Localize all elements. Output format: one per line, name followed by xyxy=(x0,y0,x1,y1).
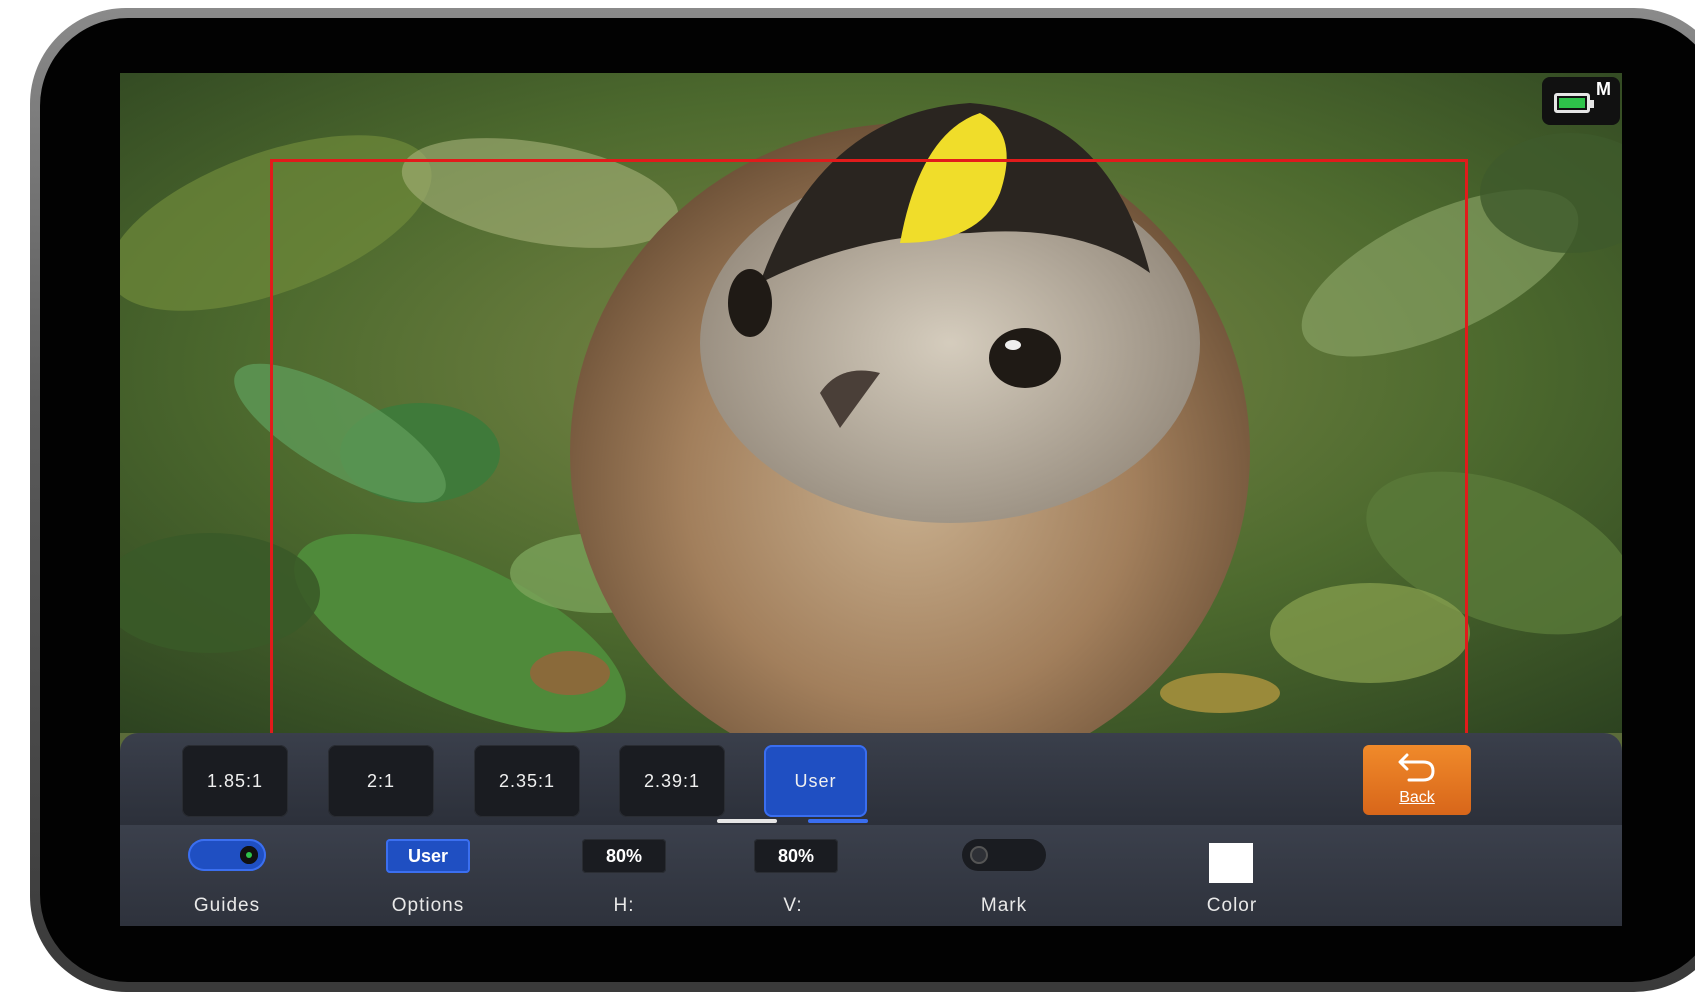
active-tab-underline xyxy=(808,819,868,823)
scroll-indicator xyxy=(717,819,777,823)
guides-label: Guides xyxy=(193,895,261,916)
back-label: Back xyxy=(1399,789,1435,806)
color-label: Color xyxy=(1206,895,1258,916)
toggle-knob xyxy=(240,846,258,864)
h-value-field[interactable]: 80% xyxy=(582,839,666,873)
options-label: Options xyxy=(391,895,465,916)
ratio-button-1-85[interactable]: 1.85:1 xyxy=(182,745,288,817)
ratio-button-user[interactable]: User xyxy=(764,745,867,817)
v-value-field[interactable]: 80% xyxy=(754,839,838,873)
ratio-button-2-39[interactable]: 2.39:1 xyxy=(619,745,725,817)
ratio-button-2-35[interactable]: 2.35:1 xyxy=(474,745,580,817)
battery-icon xyxy=(1554,93,1594,113)
settings-bar: Guides User Options 80% H: 80% V: Mark C… xyxy=(120,825,1622,926)
options-selector[interactable]: User xyxy=(386,839,470,873)
ratio-button-2-1[interactable]: 2:1 xyxy=(328,745,434,817)
monitor-screen: M 1.85:1 2:1 2.35:1 2.39:1 User Back Gui… xyxy=(120,73,1622,926)
back-arrow-icon xyxy=(1398,753,1435,782)
mark-toggle[interactable] xyxy=(962,839,1046,871)
h-label: H: xyxy=(613,895,635,916)
mode-indicator: M xyxy=(1596,79,1611,99)
mark-label: Mark xyxy=(980,895,1028,916)
status-badge: M xyxy=(1542,77,1620,125)
v-label: V: xyxy=(783,895,803,916)
guides-toggle[interactable] xyxy=(188,839,266,871)
back-button[interactable]: Back xyxy=(1363,745,1471,815)
aspect-ratio-bar: 1.85:1 2:1 2.35:1 2.39:1 User Back xyxy=(120,733,1622,825)
color-swatch[interactable] xyxy=(1209,843,1253,883)
toggle-knob xyxy=(970,846,988,864)
frame-guide-marker xyxy=(270,159,1468,749)
